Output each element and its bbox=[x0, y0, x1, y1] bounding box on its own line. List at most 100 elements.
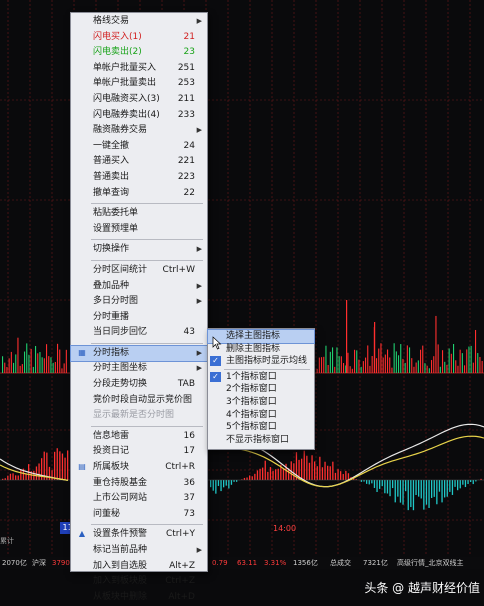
menu-item-label: 问董秘 bbox=[93, 508, 121, 519]
submenu-item[interactable]: 删除主图指标 bbox=[208, 343, 314, 356]
menu-item[interactable]: 信息地雷 16 bbox=[71, 429, 207, 445]
menu-item[interactable]: 重仓持股基金 36 bbox=[71, 476, 207, 492]
menu-item[interactable]: 单帐户批量买入 251 bbox=[71, 61, 207, 77]
menu-item[interactable]: 格线交易 ▶ bbox=[71, 14, 207, 30]
menu-item-label: 闪电卖出(2) bbox=[93, 47, 142, 58]
menu-item-shortcut: Alt+Z bbox=[169, 560, 195, 571]
menu-separator bbox=[91, 524, 203, 526]
menu-item[interactable]: 融资融券交易 ▶ bbox=[71, 123, 207, 139]
submenu-arrow-icon: ▶ bbox=[196, 364, 202, 373]
checkmark-icon: ✓ bbox=[210, 356, 221, 367]
menu-item-shortcut: 43 bbox=[183, 327, 195, 338]
menu-item-label: 格线交易 bbox=[93, 16, 130, 26]
submenu-arrow-icon: ▶ bbox=[196, 245, 202, 254]
menu-item-label: 上市公司网站 bbox=[93, 493, 148, 504]
menu-item-label: 普通卖出 bbox=[93, 171, 130, 182]
submenu-arrow-icon: ▶ bbox=[196, 281, 202, 290]
submenu-arrow-icon: ▶ bbox=[196, 297, 202, 306]
menu-item-label: 竞价时段自动显示竞价图 bbox=[93, 394, 193, 405]
status-value-b: 63.11 bbox=[237, 559, 258, 567]
menu-item[interactable]: 闪电买入(1) 21 bbox=[71, 30, 207, 46]
menu-item[interactable]: 投资日记 17 bbox=[71, 444, 207, 460]
menu-separator bbox=[91, 425, 203, 427]
alert-icon: ▲ bbox=[78, 529, 86, 539]
status-volume: 1356亿 bbox=[293, 559, 318, 567]
status-change-pct: 3.31% bbox=[264, 559, 287, 567]
menu-item[interactable]: 加入到板块股 Ctrl+Z bbox=[71, 574, 207, 590]
menu-item-label: 标记当前品种 bbox=[93, 545, 148, 555]
menu-item-label: 从板块中删除 bbox=[93, 591, 148, 602]
menu-item[interactable]: 设置预埋单 bbox=[71, 222, 207, 238]
menu-item-label: 分时主图坐标 bbox=[93, 363, 148, 374]
submenu-item[interactable]: 3个指标窗口 bbox=[208, 396, 314, 409]
menu-item[interactable]: 标记当前品种 ▶ bbox=[71, 543, 207, 559]
menu-item[interactable]: ▤ 所属板块 Ctrl+R bbox=[71, 460, 207, 476]
indicator-window-label: 累计 bbox=[0, 537, 14, 545]
menu-item[interactable]: 闪电卖出(2) 23 bbox=[71, 45, 207, 61]
menu-item[interactable]: 问董秘 73 bbox=[71, 507, 207, 523]
indicator-submenu: 选择主图指标 删除主图指标 ✓ 主图指标时显示均线 ✓ 1个指标窗口 2个指标窗口 3个指标窗… bbox=[207, 328, 315, 450]
menu-item-shortcut: 17 bbox=[183, 446, 195, 457]
menu-item[interactable]: 从板块中删除 Alt+D bbox=[71, 590, 207, 606]
status-index-name: 沪深 bbox=[32, 559, 46, 567]
menu-item-label: 分时重播 bbox=[93, 311, 130, 322]
grid-icon: ▤ bbox=[78, 462, 86, 472]
menu-item-shortcut: 23 bbox=[183, 47, 195, 58]
menu-item[interactable]: 分时重播 bbox=[71, 310, 207, 326]
menu-item-label: 粘贴委托单 bbox=[93, 208, 139, 219]
menu-item[interactable]: 多日分时图 ▶ bbox=[71, 294, 207, 310]
menu-item-shortcut: 37 bbox=[183, 493, 195, 504]
menu-item-shortcut: 211 bbox=[177, 93, 195, 104]
submenu-item[interactable]: 2个指标窗口 bbox=[208, 383, 314, 396]
menu-item-shortcut: 251 bbox=[177, 62, 195, 73]
submenu-item[interactable]: ✓ 主图指标时显示均线 bbox=[208, 355, 314, 368]
menu-item[interactable]: 普通买入 221 bbox=[71, 154, 207, 170]
menu-item[interactable]: 普通卖出 223 bbox=[71, 170, 207, 186]
submenu-item[interactable]: 5个指标窗口 bbox=[208, 421, 314, 434]
menu-separator bbox=[91, 203, 203, 205]
menu-item-label: 设置条件预警 bbox=[93, 529, 148, 540]
submenu-item-label: 选择主图指标 bbox=[226, 331, 281, 341]
menu-item[interactable]: 单帐户批量卖出 253 bbox=[71, 76, 207, 92]
menu-item-label: 切换操作 bbox=[93, 244, 130, 255]
status-total-label: 总成交 bbox=[330, 559, 351, 567]
status-feed: 高级行情_北京双线主 bbox=[397, 559, 464, 567]
menu-item[interactable]: 粘贴委托单 bbox=[71, 206, 207, 222]
menu-item-label: 单帐户批量买入 bbox=[93, 62, 157, 73]
menu-item-shortcut: Ctrl+Y bbox=[165, 529, 195, 540]
menu-item[interactable]: 闪电融券卖出(4) 233 bbox=[71, 108, 207, 124]
menu-separator bbox=[91, 342, 203, 344]
submenu-item-label: 主图指标时显示均线 bbox=[226, 356, 308, 367]
checkmark-icon: ✓ bbox=[210, 371, 221, 382]
menu-item[interactable]: 一键全撤 24 bbox=[71, 139, 207, 155]
menu-item-label: 撤单查询 bbox=[93, 187, 130, 198]
menu-item-label: 融资融券交易 bbox=[93, 125, 148, 136]
submenu-item[interactable]: 4个指标窗口 bbox=[208, 409, 314, 422]
menu-item-label: 一键全撤 bbox=[93, 140, 130, 151]
menu-item[interactable]: 分段走势切换 TAB bbox=[71, 377, 207, 393]
status-value-a: 0.79 bbox=[212, 559, 228, 567]
menu-item-shortcut: 73 bbox=[183, 508, 195, 519]
menu-item[interactable]: 切换操作 ▶ bbox=[71, 242, 207, 258]
menu-item-label: 单帐户批量卖出 bbox=[93, 78, 157, 89]
menu-item[interactable]: 上市公司网站 37 bbox=[71, 491, 207, 507]
menu-item[interactable]: 叠加品种 ▶ bbox=[71, 279, 207, 295]
menu-item[interactable]: 竞价时段自动显示竞价图 bbox=[71, 393, 207, 409]
menu-separator bbox=[91, 239, 203, 241]
submenu-item[interactable]: 不显示指标窗口 bbox=[208, 434, 314, 447]
menu-item[interactable]: 分时区间统计 Ctrl+W bbox=[71, 263, 207, 279]
menu-item[interactable]: 显示最新是否分时图 bbox=[71, 408, 207, 424]
submenu-item[interactable]: 选择主图指标 bbox=[207, 329, 315, 344]
menu-item-label: 设置预埋单 bbox=[93, 223, 139, 234]
menu-item-label: 显示最新是否分时图 bbox=[93, 410, 175, 421]
menu-item[interactable]: 加入到自选股 Alt+Z bbox=[71, 559, 207, 575]
menu-item-shortcut: TAB bbox=[177, 379, 195, 390]
menu-item[interactable]: ▲ 设置条件预警 Ctrl+Y bbox=[71, 527, 207, 543]
submenu-item[interactable]: ✓ 1个指标窗口 bbox=[208, 371, 314, 384]
menu-item[interactable]: ▦ 分时指标 ▶ bbox=[70, 344, 208, 363]
menu-item[interactable]: 撤单查询 22 bbox=[71, 186, 207, 202]
menu-item[interactable]: 分时主图坐标 ▶ bbox=[71, 361, 207, 377]
menu-item[interactable]: 闪电融资买入(3) 211 bbox=[71, 92, 207, 108]
menu-item[interactable]: 当日同步回忆 43 bbox=[71, 325, 207, 341]
menu-item-shortcut: 16 bbox=[183, 430, 195, 441]
